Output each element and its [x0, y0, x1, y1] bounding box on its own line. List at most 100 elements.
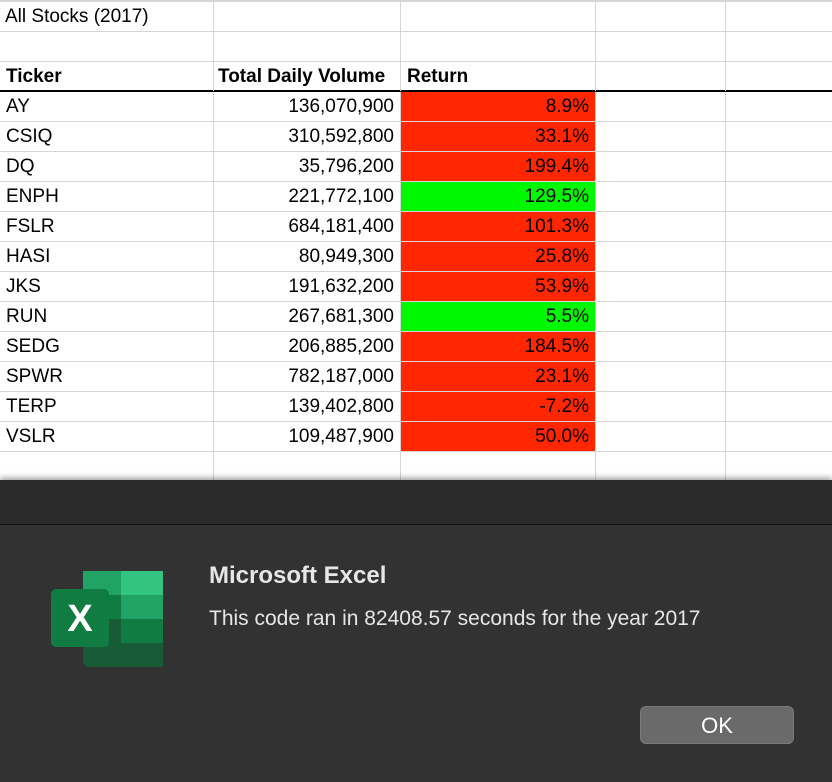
- cell-return[interactable]: 199.4%: [401, 152, 596, 181]
- cell-empty[interactable]: [596, 362, 726, 391]
- table-row: DQ 35,796,200 199.4%: [0, 152, 832, 182]
- cell-empty[interactable]: [401, 452, 596, 480]
- cell-volume[interactable]: 136,070,900: [214, 92, 401, 121]
- cell-volume[interactable]: 267,681,300: [214, 302, 401, 331]
- table-row: HASI 80,949,300 25.8%: [0, 242, 832, 272]
- cell-empty[interactable]: [726, 92, 832, 121]
- cell-ticker[interactable]: FSLR: [0, 212, 214, 241]
- cell-empty[interactable]: [401, 32, 596, 61]
- cell-empty[interactable]: [596, 122, 726, 151]
- sheet-header-row: Ticker Total Daily Volume Return: [0, 62, 832, 92]
- cell-empty[interactable]: [596, 212, 726, 241]
- spreadsheet: All Stocks (2017) Ticker Total Daily Vol…: [0, 0, 832, 480]
- cell-ticker[interactable]: VSLR: [0, 422, 214, 451]
- cell-empty[interactable]: [596, 302, 726, 331]
- cell-empty[interactable]: [596, 62, 726, 91]
- cell-return[interactable]: 101.3%: [401, 212, 596, 241]
- cell-empty[interactable]: [726, 362, 832, 391]
- cell-volume[interactable]: 782,187,000: [214, 362, 401, 391]
- cell-empty[interactable]: [726, 122, 832, 151]
- cell-volume[interactable]: 310,592,800: [214, 122, 401, 151]
- cell-ticker[interactable]: HASI: [0, 242, 214, 271]
- cell-volume[interactable]: 35,796,200: [214, 152, 401, 181]
- cell-empty[interactable]: [726, 62, 832, 91]
- cell-empty[interactable]: [726, 332, 832, 361]
- cell-empty[interactable]: [0, 452, 214, 480]
- cell-return[interactable]: 50.0%: [401, 422, 596, 451]
- cell-return[interactable]: 53.9%: [401, 272, 596, 301]
- cell-empty[interactable]: [596, 92, 726, 121]
- alert-dialog: X Microsoft Excel This code ran in 82408…: [0, 480, 832, 782]
- cell-return[interactable]: 184.5%: [401, 332, 596, 361]
- cell-return[interactable]: 129.5%: [401, 182, 596, 211]
- sheet-row-title: All Stocks (2017): [0, 2, 832, 32]
- table-row: FSLR 684,181,400 101.3%: [0, 212, 832, 242]
- cell-ticker[interactable]: JKS: [0, 272, 214, 301]
- cell-volume[interactable]: 139,402,800: [214, 392, 401, 421]
- sheet-row-blank: [0, 32, 832, 62]
- cell-empty[interactable]: [596, 152, 726, 181]
- header-ticker[interactable]: Ticker: [0, 62, 214, 91]
- cell-return[interactable]: 8.9%: [401, 92, 596, 121]
- cell-empty[interactable]: [596, 2, 726, 31]
- header-volume[interactable]: Total Daily Volume: [214, 62, 401, 91]
- cell-return[interactable]: 25.8%: [401, 242, 596, 271]
- cell-empty[interactable]: [726, 272, 832, 301]
- cell-ticker[interactable]: DQ: [0, 152, 214, 181]
- table-row: VSLR 109,487,900 50.0%: [0, 422, 832, 452]
- table-row: SPWR 782,187,000 23.1%: [0, 362, 832, 392]
- cell-ticker[interactable]: SPWR: [0, 362, 214, 391]
- cell-return[interactable]: -7.2%: [401, 392, 596, 421]
- cell-ticker[interactable]: SEDG: [0, 332, 214, 361]
- cell-empty[interactable]: [596, 272, 726, 301]
- cell-empty[interactable]: [596, 332, 726, 361]
- cell-empty[interactable]: [726, 2, 832, 31]
- cell-empty[interactable]: [596, 32, 726, 61]
- cell-volume[interactable]: 221,772,100: [214, 182, 401, 211]
- dialog-title-bar: [0, 480, 832, 525]
- cell-ticker[interactable]: TERP: [0, 392, 214, 421]
- cell-empty[interactable]: [726, 182, 832, 211]
- cell-volume[interactable]: 80,949,300: [214, 242, 401, 271]
- cell-volume[interactable]: 191,632,200: [214, 272, 401, 301]
- cell-empty[interactable]: [214, 32, 401, 61]
- cell-empty[interactable]: [596, 422, 726, 451]
- cell-return[interactable]: 23.1%: [401, 362, 596, 391]
- cell-empty[interactable]: [726, 32, 832, 61]
- cell-ticker[interactable]: AY: [0, 92, 214, 121]
- sheet-row-blank: [0, 452, 832, 480]
- excel-icon: X: [51, 571, 163, 667]
- ok-button[interactable]: OK: [640, 706, 794, 744]
- cell-ticker[interactable]: ENPH: [0, 182, 214, 211]
- cell-empty[interactable]: [726, 452, 832, 480]
- cell-empty[interactable]: [214, 452, 401, 480]
- table-row: SEDG 206,885,200 184.5%: [0, 332, 832, 362]
- cell-empty[interactable]: [726, 242, 832, 271]
- cell-volume[interactable]: 206,885,200: [214, 332, 401, 361]
- cell-empty[interactable]: [214, 2, 401, 31]
- cell-empty[interactable]: [401, 2, 596, 31]
- cell-volume[interactable]: 109,487,900: [214, 422, 401, 451]
- cell-empty[interactable]: [726, 212, 832, 241]
- cell-empty[interactable]: [596, 242, 726, 271]
- dialog-title: Microsoft Excel: [209, 562, 387, 589]
- cell-empty[interactable]: [726, 152, 832, 181]
- cell-title[interactable]: All Stocks (2017): [0, 2, 214, 31]
- cell-empty[interactable]: [726, 422, 832, 451]
- cell-empty[interactable]: [596, 182, 726, 211]
- cell-empty[interactable]: [0, 32, 214, 61]
- table-row: ENPH 221,772,100 129.5%: [0, 182, 832, 212]
- cell-empty[interactable]: [726, 392, 832, 421]
- table-row: RUN 267,681,300 5.5%: [0, 302, 832, 332]
- table-row: TERP 139,402,800 -7.2%: [0, 392, 832, 422]
- cell-return[interactable]: 5.5%: [401, 302, 596, 331]
- cell-empty[interactable]: [596, 452, 726, 480]
- cell-volume[interactable]: 684,181,400: [214, 212, 401, 241]
- cell-ticker[interactable]: RUN: [0, 302, 214, 331]
- cell-empty[interactable]: [596, 392, 726, 421]
- cell-empty[interactable]: [726, 302, 832, 331]
- excel-icon-letter: X: [67, 598, 93, 640]
- header-return[interactable]: Return: [401, 62, 596, 91]
- cell-return[interactable]: 33.1%: [401, 122, 596, 151]
- cell-ticker[interactable]: CSIQ: [0, 122, 214, 151]
